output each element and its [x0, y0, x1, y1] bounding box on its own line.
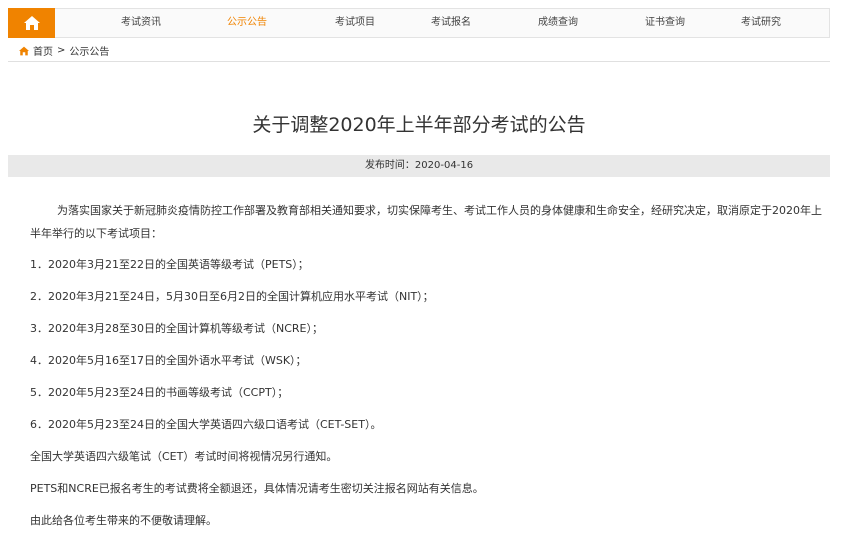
list-item: 1．2020年3月21至22日的全国英语等级考试（PETS）；: [30, 258, 309, 271]
article-title: 关于调整2020年上半年部分考试的公告: [252, 113, 586, 136]
page: 考试资讯 公示公告 考试项目 考试报名 成绩查询 证书查询 考试研究 首页 > …: [0, 0, 841, 532]
nav-item-announcements[interactable]: 公示公告: [227, 8, 267, 38]
nav-item-exam-news[interactable]: 考试资讯: [121, 8, 161, 38]
list-item: 5．2020年5月23至24日的书画等级考试（CCPT）；: [30, 386, 289, 399]
nav-item-exam-research[interactable]: 考试研究: [741, 8, 781, 38]
nav-item-score-query[interactable]: 成绩查询: [538, 8, 578, 38]
breadcrumb-separator: >: [57, 45, 66, 56]
breadcrumb-home-link[interactable]: 首页: [33, 43, 53, 58]
article-content: 为落实国家关于新冠肺炎疫情防控工作部署及教育部相关通知要求，切实保障考生、考试工…: [30, 199, 830, 541]
list-item: 3．2020年3月28至30日的全国计算机等级考试（NCRE）；: [30, 322, 323, 335]
nav-item-exam-projects[interactable]: 考试项目: [335, 8, 375, 38]
list-item: 2．2020年3月21至24日，5月30日至6月2日的全国计算机应用水平考试（N…: [30, 290, 434, 303]
note-text: 全国大学英语四六级笔试（CET）考试时间将视情况另行通知。: [30, 450, 338, 463]
breadcrumb: 首页 > 公示公告: [8, 40, 830, 62]
article-intro: 为落实国家关于新冠肺炎疫情防控工作部署及教育部相关通知要求，切实保障考生、考试工…: [30, 204, 822, 240]
note-text: 由此给各位考生带来的不便敬请理解。: [30, 514, 217, 527]
breadcrumb-home-icon: [18, 46, 30, 56]
nav-item-exam-registration[interactable]: 考试报名: [431, 8, 471, 38]
home-icon: [23, 16, 40, 30]
list-item: 6．2020年5月23至24日的全国大学英语四六级口语考试（CET-SET）。: [30, 418, 382, 431]
publish-time-bar: 发布时间：2020-04-16: [8, 155, 830, 177]
breadcrumb-current-link[interactable]: 公示公告: [69, 43, 109, 58]
list-item: 4．2020年5月16至17日的全国外语水平考试（WSK）；: [30, 354, 307, 367]
nav-item-certificate-query[interactable]: 证书查询: [645, 8, 685, 38]
note-text: PETS和NCRE已报名考生的考试费将全额退还，具体情况请考生密切关注报名网站有…: [30, 482, 484, 495]
home-button[interactable]: [8, 8, 55, 38]
